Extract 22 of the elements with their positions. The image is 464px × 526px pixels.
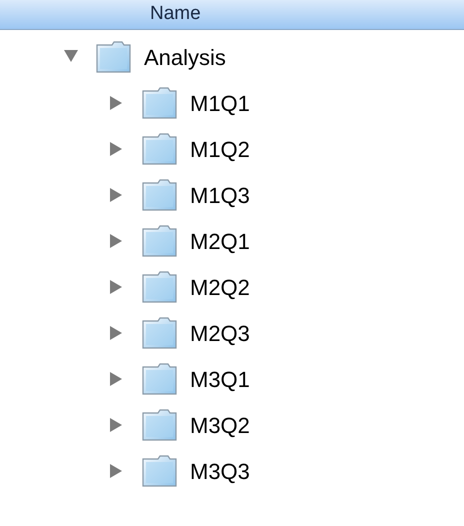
disclosure-triangle-icon[interactable] bbox=[110, 280, 124, 294]
disclosure-triangle-icon[interactable] bbox=[110, 96, 124, 110]
folder-name[interactable]: M3Q3 bbox=[190, 454, 250, 488]
folder-name[interactable]: M1Q3 bbox=[190, 178, 250, 212]
folder-name[interactable]: M2Q3 bbox=[190, 316, 250, 350]
disclosure-triangle-icon[interactable] bbox=[110, 372, 124, 386]
disclosure-triangle-icon[interactable] bbox=[110, 326, 124, 340]
disclosure-triangle-icon[interactable] bbox=[110, 234, 124, 248]
folder-name[interactable]: M2Q1 bbox=[190, 224, 250, 258]
folder-name[interactable]: Analysis bbox=[144, 40, 226, 74]
folder-name[interactable]: M3Q2 bbox=[190, 408, 250, 442]
folder-name[interactable]: M3Q1 bbox=[190, 362, 250, 396]
disclosure-triangle-icon[interactable] bbox=[110, 464, 124, 478]
column-header-label: Name bbox=[150, 2, 201, 26]
column-header[interactable]: Name bbox=[0, 0, 464, 30]
disclosure-triangle-icon[interactable] bbox=[110, 418, 124, 432]
folder-name[interactable]: M1Q2 bbox=[190, 132, 250, 166]
folder-name[interactable]: M2Q2 bbox=[190, 270, 250, 304]
disclosure-triangle-icon[interactable] bbox=[110, 142, 124, 156]
folder-name[interactable]: M1Q1 bbox=[190, 86, 250, 120]
disclosure-triangle-icon[interactable] bbox=[110, 188, 124, 202]
disclosure-triangle-icon[interactable] bbox=[64, 50, 78, 64]
